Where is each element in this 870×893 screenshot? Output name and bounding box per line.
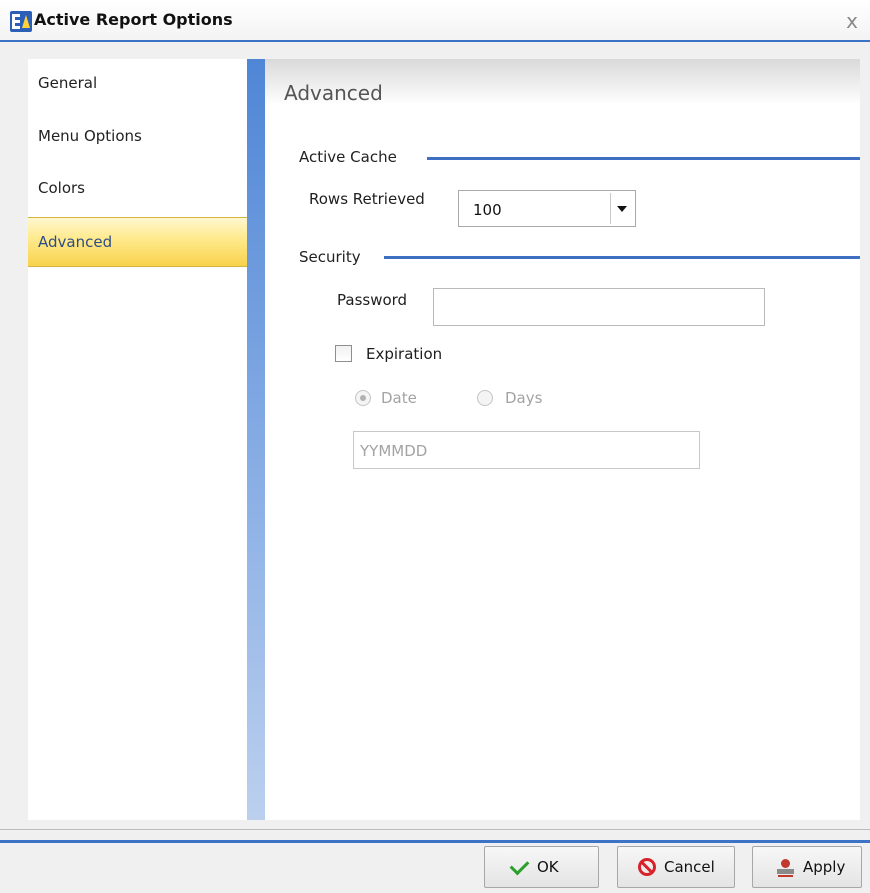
ok-button-label: OK xyxy=(537,858,559,876)
stamp-icon xyxy=(777,859,795,877)
chevron-down-icon[interactable] xyxy=(610,193,633,224)
active-cache-section-label: Active Cache xyxy=(299,148,403,166)
password-field[interactable] xyxy=(433,288,765,326)
expiration-date-field[interactable]: YYMMDD xyxy=(353,431,700,469)
expiration-label: Expiration xyxy=(366,345,443,363)
date-radio-label: Date xyxy=(381,389,417,407)
apply-button-label: Apply xyxy=(803,858,846,876)
no-entry-icon xyxy=(638,858,656,876)
security-section-label: Security xyxy=(299,248,367,266)
sidebar-item-colors[interactable]: Colors xyxy=(28,164,247,212)
expiration-checkbox[interactable] xyxy=(335,345,352,362)
cancel-button-label: Cancel xyxy=(664,858,715,876)
date-placeholder: YYMMDD xyxy=(360,442,428,460)
apply-button[interactable]: Apply xyxy=(752,846,862,888)
days-radio-label: Days xyxy=(505,389,543,407)
cancel-button[interactable]: Cancel xyxy=(617,846,735,888)
window-title: Active Report Options xyxy=(34,10,233,29)
rows-retrieved-label: Rows Retrieved xyxy=(309,190,425,208)
rows-retrieved-value: 100 xyxy=(473,201,502,219)
ok-button[interactable]: OK xyxy=(484,846,599,888)
sidebar-nav: General Menu Options Colors Advanced xyxy=(28,59,247,820)
app-logo-icon xyxy=(10,11,32,32)
close-icon[interactable]: x xyxy=(840,10,864,34)
footer-separator xyxy=(0,829,870,830)
panel-divider xyxy=(247,59,265,820)
page-title: Advanced xyxy=(284,81,383,105)
sidebar-item-menu-options[interactable]: Menu Options xyxy=(28,112,247,160)
security-divider xyxy=(384,256,860,259)
active-cache-divider xyxy=(427,157,860,160)
days-radio[interactable] xyxy=(477,390,493,406)
checkmark-icon xyxy=(509,855,530,876)
password-label: Password xyxy=(337,291,408,309)
sidebar-item-general[interactable]: General xyxy=(28,59,247,107)
rows-retrieved-dropdown[interactable]: 100 xyxy=(458,190,636,227)
sidebar-item-advanced[interactable]: Advanced xyxy=(28,217,247,267)
footer-divider xyxy=(0,840,870,843)
date-radio[interactable] xyxy=(355,390,371,406)
title-divider xyxy=(0,40,870,42)
